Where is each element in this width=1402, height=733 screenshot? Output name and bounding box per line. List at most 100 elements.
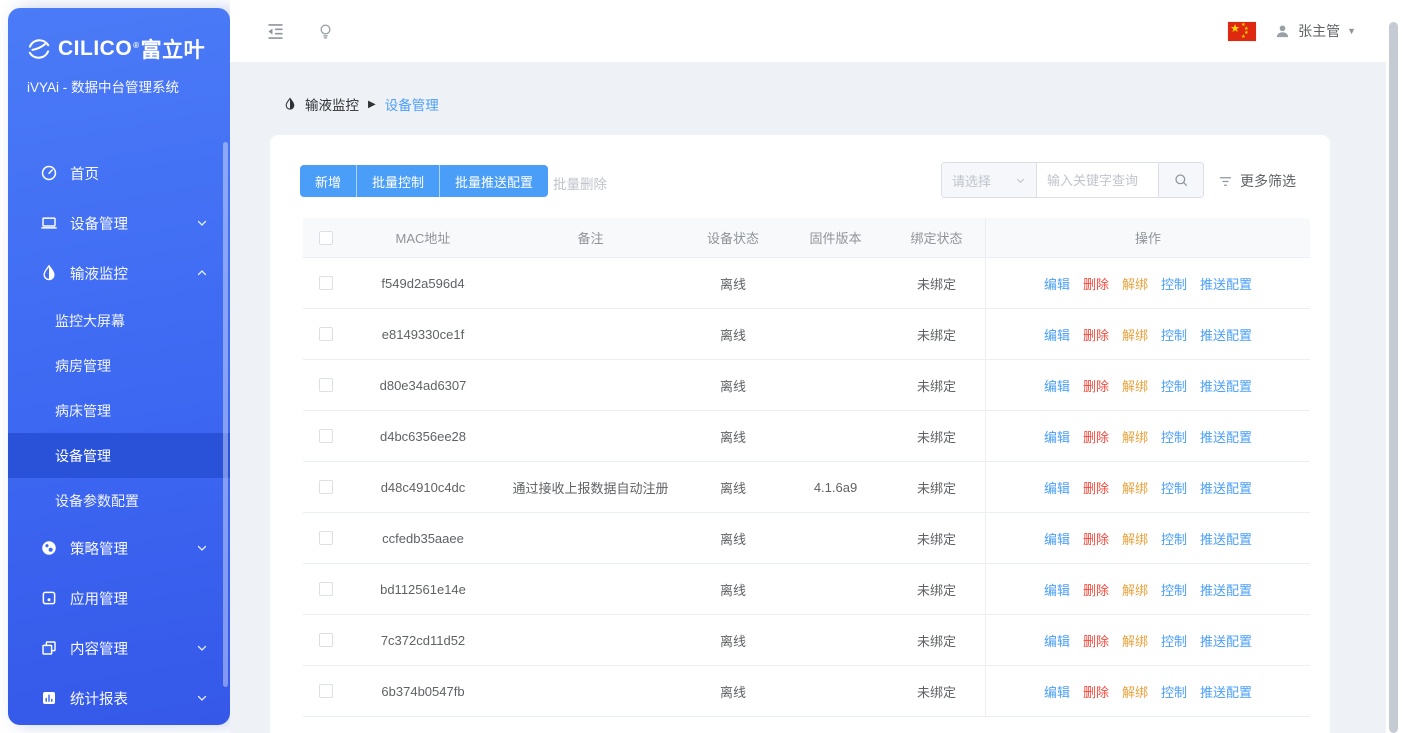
sidebar-item-设备管理[interactable]: 设备管理 [8, 198, 230, 248]
user-menu[interactable]: 张主管 ▼ [1274, 21, 1356, 41]
sidebar-menu: 首页设备管理输液监控监控大屏幕病房管理病床管理设备管理设备参数配置策略管理应用管… [8, 148, 230, 723]
push-config-action[interactable]: 推送配置 [1200, 682, 1252, 701]
row-checkbox[interactable] [319, 378, 333, 392]
sidebar-item-内容管理[interactable]: 内容管理 [8, 623, 230, 673]
delete-action[interactable]: 删除 [1083, 631, 1109, 650]
push-config-action[interactable]: 推送配置 [1200, 631, 1252, 650]
sidebar-item-输液监控[interactable]: 输液监控 [8, 248, 230, 298]
delete-action[interactable]: 删除 [1083, 274, 1109, 293]
edit-action[interactable]: 编辑 [1044, 274, 1070, 293]
edit-action[interactable]: 编辑 [1044, 580, 1070, 599]
column-header-备注: 备注 [498, 218, 683, 257]
delete-action[interactable]: 删除 [1083, 376, 1109, 395]
row-checkbox[interactable] [319, 582, 333, 596]
edit-action[interactable]: 编辑 [1044, 376, 1070, 395]
delete-action[interactable]: 删除 [1083, 529, 1109, 548]
device-status: 离线 [683, 411, 783, 461]
bulk-button-批量推送配置[interactable]: 批量推送配置 [439, 165, 548, 197]
lightbulb-icon[interactable] [316, 22, 335, 41]
delete-action[interactable]: 删除 [1083, 580, 1109, 599]
bind-status: 未绑定 [888, 411, 985, 461]
control-action[interactable]: 控制 [1161, 631, 1187, 650]
mac-address: bd112561e14e [348, 564, 498, 614]
submenu-item-设备参数配置[interactable]: 设备参数配置 [8, 478, 230, 523]
push-config-action[interactable]: 推送配置 [1200, 427, 1252, 446]
language-flag-icon[interactable]: ★ ★ ★ ★ ★ [1228, 22, 1256, 41]
unbind-action[interactable]: 解绑 [1122, 580, 1148, 599]
keyword-search-input[interactable] [1037, 163, 1158, 197]
submenu-item-病房管理[interactable]: 病房管理 [8, 343, 230, 388]
unbind-action[interactable]: 解绑 [1122, 478, 1148, 497]
push-config-action[interactable]: 推送配置 [1200, 325, 1252, 344]
bulk-button-批量控制[interactable]: 批量控制 [356, 165, 439, 197]
unbind-action[interactable]: 解绑 [1122, 529, 1148, 548]
unbind-action[interactable]: 解绑 [1122, 682, 1148, 701]
column-header-固件版本: 固件版本 [783, 218, 888, 257]
sidebar-item-应用管理[interactable]: 应用管理 [8, 573, 230, 623]
control-action[interactable]: 控制 [1161, 376, 1187, 395]
collapse-sidebar-icon[interactable] [265, 21, 286, 42]
bulk-delete-button[interactable]: 批量删除 [553, 173, 607, 193]
row-checkbox-cell [303, 360, 348, 410]
mac-address: d48c4910c4dc [348, 462, 498, 512]
search-button[interactable] [1158, 163, 1203, 197]
row-checkbox[interactable] [319, 684, 333, 698]
sidebar-scrollbar[interactable] [223, 142, 228, 687]
row-checkbox[interactable] [319, 480, 333, 494]
delete-action[interactable]: 删除 [1083, 682, 1109, 701]
device-status: 离线 [683, 360, 783, 410]
edit-action[interactable]: 编辑 [1044, 325, 1070, 344]
search-field-select[interactable]: 请选择 [942, 163, 1037, 197]
control-action[interactable]: 控制 [1161, 682, 1187, 701]
unbind-action[interactable]: 解绑 [1122, 631, 1148, 650]
row-checkbox[interactable] [319, 429, 333, 443]
more-filters-button[interactable]: 更多筛选 [1218, 171, 1296, 191]
unbind-action[interactable]: 解绑 [1122, 427, 1148, 446]
control-action[interactable]: 控制 [1161, 529, 1187, 548]
control-action[interactable]: 控制 [1161, 580, 1187, 599]
submenu-item-监控大屏幕[interactable]: 监控大屏幕 [8, 298, 230, 343]
table-row: d4bc6356ee28离线未绑定编辑删除解绑控制推送配置 [303, 411, 1310, 462]
row-checkbox[interactable] [319, 276, 333, 290]
submenu-item-病床管理[interactable]: 病床管理 [8, 388, 230, 433]
row-checkbox[interactable] [319, 531, 333, 545]
bind-status: 未绑定 [888, 258, 985, 308]
table-row: d80e34ad6307离线未绑定编辑删除解绑控制推送配置 [303, 360, 1310, 411]
push-config-action[interactable]: 推送配置 [1200, 580, 1252, 599]
row-checkbox[interactable] [319, 633, 333, 647]
push-config-action[interactable]: 推送配置 [1200, 376, 1252, 395]
push-config-action[interactable]: 推送配置 [1200, 529, 1252, 548]
page-scrollbar-thumb[interactable] [1389, 22, 1398, 733]
sidebar-item-策略管理[interactable]: 策略管理 [8, 523, 230, 573]
bulk-button-新增[interactable]: 新增 [300, 165, 356, 197]
delete-action[interactable]: 删除 [1083, 325, 1109, 344]
delete-action[interactable]: 删除 [1083, 427, 1109, 446]
push-config-action[interactable]: 推送配置 [1200, 478, 1252, 497]
control-action[interactable]: 控制 [1161, 427, 1187, 446]
push-config-action[interactable]: 推送配置 [1200, 274, 1252, 293]
control-action[interactable]: 控制 [1161, 325, 1187, 344]
firmware-version [783, 309, 888, 359]
flag-star: ★ [1241, 35, 1245, 40]
edit-action[interactable]: 编辑 [1044, 478, 1070, 497]
select-all-checkbox[interactable] [319, 231, 333, 245]
delete-action[interactable]: 删除 [1083, 478, 1109, 497]
breadcrumb-current[interactable]: 设备管理 [385, 94, 439, 114]
mac-address: e8149330ce1f [348, 309, 498, 359]
unbind-action[interactable]: 解绑 [1122, 325, 1148, 344]
edit-action[interactable]: 编辑 [1044, 682, 1070, 701]
row-checkbox[interactable] [319, 327, 333, 341]
edit-action[interactable]: 编辑 [1044, 631, 1070, 650]
sidebar-item-统计报表[interactable]: 统计报表 [8, 673, 230, 723]
edit-action[interactable]: 编辑 [1044, 529, 1070, 548]
control-action[interactable]: 控制 [1161, 274, 1187, 293]
report-icon [40, 689, 58, 707]
chevron-down-icon [196, 217, 208, 229]
unbind-action[interactable]: 解绑 [1122, 376, 1148, 395]
edit-action[interactable]: 编辑 [1044, 427, 1070, 446]
unbind-action[interactable]: 解绑 [1122, 274, 1148, 293]
submenu-item-设备管理[interactable]: 设备管理 [8, 433, 230, 478]
sidebar-item-首页[interactable]: 首页 [8, 148, 230, 198]
control-action[interactable]: 控制 [1161, 478, 1187, 497]
chevron-down-icon [196, 642, 208, 654]
